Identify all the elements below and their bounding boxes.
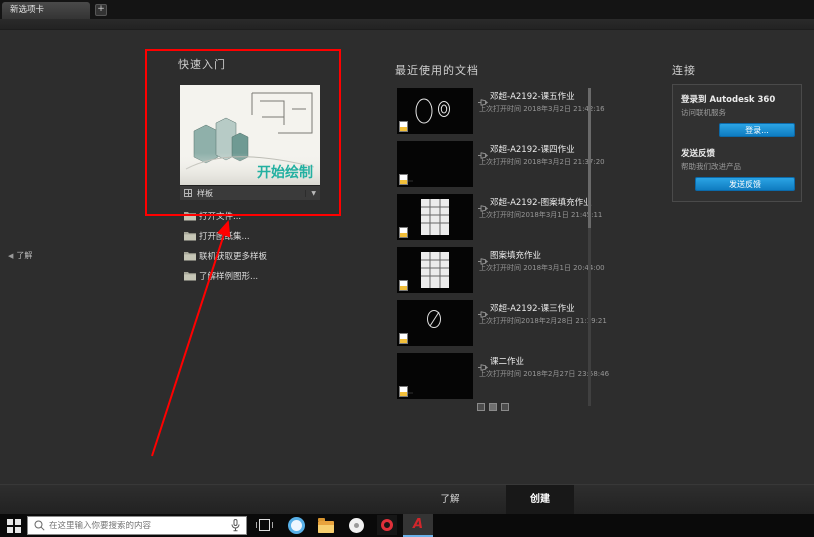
file-explorer-icon[interactable] <box>318 518 334 533</box>
online-templates-link[interactable]: 联机获取更多样板 <box>184 246 344 266</box>
open-sheet-set-link[interactable]: 打开图纸集... <box>184 226 344 246</box>
dwg-file-badge <box>399 121 408 132</box>
autocad-icon: A <box>412 517 424 532</box>
doc-title: 邓超-A2192-课四作业 <box>490 145 575 155</box>
recent-doc-item[interactable]: 邓超-A2192-图案填充作业上次打开时间2018年3月1日 21:45:11 <box>397 194 602 240</box>
doc-last-opened: 上次打开时间 2018年3月2日 21:37:20 <box>479 158 605 166</box>
recent-doc-item[interactable]: 邓超-A2192-课四作业上次打开时间 2018年3月2日 21:37:20 <box>397 141 605 187</box>
view-mode-icon[interactable] <box>477 403 485 411</box>
microphone-icon[interactable] <box>231 519 240 532</box>
connect-title: 连接 <box>672 64 696 77</box>
music-app-icon[interactable] <box>377 515 397 535</box>
open-file-icon <box>184 211 199 221</box>
chevron-down-icon[interactable]: ▼ <box>305 189 316 197</box>
browser-icon[interactable] <box>288 517 305 534</box>
doc-title: 课二作业 <box>490 357 525 367</box>
file-tab-bar: 新选项卡 + <box>0 0 814 19</box>
scrollbar-thumb[interactable] <box>588 88 591 228</box>
doc-thumbnail[interactable] <box>397 247 473 293</box>
doc-last-opened: 上次打开时间 2018年3月2日 21:42:16 <box>479 105 605 113</box>
doc-thumbnail[interactable] <box>397 88 473 134</box>
open-file-link[interactable]: 打开文件... <box>184 206 344 226</box>
page-switcher: 了解 创建 <box>0 484 814 515</box>
view-mode-icon[interactable] <box>501 403 509 411</box>
template-grid-icon <box>184 189 192 197</box>
quickstart-link-label: 打开图纸集... <box>199 232 250 242</box>
sign-in-button[interactable]: 登录... <box>719 123 795 137</box>
doc-thumbnail[interactable] <box>397 141 473 187</box>
doc-thumbnail[interactable] <box>397 300 473 346</box>
doc-thumbnail[interactable] <box>397 353 473 399</box>
recent-docs-title: 最近使用的文档 <box>395 64 479 77</box>
sample-drawings-icon <box>184 271 199 281</box>
task-view-icon[interactable] <box>256 517 273 533</box>
doc-title: 邓超-A2192-图案填充作业 <box>490 198 592 208</box>
quickstart-links: 打开文件... 打开图纸集... 联机获取更多样板 了解样例图形... <box>184 206 344 286</box>
recent-doc-item[interactable]: 邓超-A2192-课三作业 上次打开时间2018年2月28日 21:19:21 <box>397 300 607 346</box>
start-drawing-illustration: 开始绘制 <box>180 85 320 185</box>
online-templates-icon <box>184 251 199 261</box>
autocad-taskbar-button[interactable]: A <box>403 514 433 537</box>
new-tab-button[interactable]: + <box>95 4 107 16</box>
doc-title: 邓超-A2192-课三作业 <box>490 304 575 314</box>
quickstart-link-label: 了解样例图形... <box>199 272 259 282</box>
recent-doc-item[interactable]: 邓超-A2192-课五作业上次打开时间 2018年3月2日 21:42:16 <box>397 88 605 134</box>
tab-new-tab[interactable]: 新选项卡 <box>2 2 90 19</box>
dwg-file-badge <box>399 174 408 185</box>
autocad-new-tab-screen: { "window": { "tab_title": "新选项卡", "new_… <box>0 0 814 537</box>
feedback-title: 发送反馈 <box>681 149 716 159</box>
recent-list: 邓超-A2192-课五作业 上次打开时间 2018年3月2日 21:42:16 邓超… <box>397 88 609 406</box>
doc-title: 邓超-A2192-课五作业 <box>490 92 575 102</box>
tab-new-tab-label: 新选项卡 <box>10 5 45 15</box>
feedback-subtitle: 帮助我们改进产品 <box>681 162 741 171</box>
dwg-file-badge <box>399 386 408 397</box>
sample-drawings-link[interactable]: 了解样例图形... <box>184 266 344 286</box>
search-icon <box>34 520 45 531</box>
sign-in-subtitle: 访问联机服务 <box>681 108 726 117</box>
dwg-file-badge <box>399 333 408 344</box>
doc-last-opened: 上次打开时间2018年3月1日 21:45:11 <box>479 211 603 219</box>
search-input[interactable] <box>49 520 227 531</box>
toolbar-strip <box>0 19 814 30</box>
dwg-file-badge <box>399 227 408 238</box>
recent-list-scrollbar[interactable] <box>588 88 591 406</box>
view-mode-buttons <box>477 403 509 411</box>
tab-learn[interactable]: 了解 <box>428 485 472 515</box>
taskbar-search[interactable] <box>27 516 247 535</box>
start-button[interactable] <box>7 519 21 533</box>
doc-title: 图案填充作业 <box>490 251 542 261</box>
chevron-left-icon: ◀ <box>8 252 14 260</box>
tab-create[interactable]: 创建 <box>506 485 574 515</box>
open-sheet-set-icon <box>184 231 199 241</box>
quick-start-title: 快速入门 <box>178 58 226 71</box>
sign-in-title: 登录到 Autodesk 360 <box>681 95 776 105</box>
connect-panel: 登录到 Autodesk 360 访问联机服务 登录... 发送反馈 帮助我们改… <box>672 84 802 202</box>
quickstart-link-label: 打开文件... <box>199 212 242 222</box>
learn-flyout-label: 了解 <box>16 251 33 260</box>
media-app-icon[interactable] <box>349 518 364 533</box>
recent-doc-item[interactable]: 课二作业 上次打开时间 2018年2月27日 23:58:46 <box>397 353 609 399</box>
dwg-file-badge <box>399 280 408 291</box>
doc-last-opened: 上次打开时间 2018年3月1日 20:44:00 <box>479 264 605 272</box>
recent-doc-item[interactable]: 图案填充作业上次打开时间 2018年3月1日 20:44:00 <box>397 247 605 293</box>
start-drawing-label: 开始绘制 <box>257 164 313 181</box>
quickstart-link-label: 联机获取更多样板 <box>199 252 268 262</box>
template-dropdown-label: 样板 <box>197 188 213 198</box>
start-drawing-tile[interactable]: 开始绘制 <box>180 85 320 185</box>
view-mode-icon[interactable] <box>489 403 497 411</box>
template-dropdown[interactable]: 样板 ▼ <box>180 185 320 200</box>
learn-flyout-toggle[interactable]: ◀ 了解 <box>8 250 32 261</box>
send-feedback-button[interactable]: 发送反馈 <box>695 177 795 191</box>
doc-thumbnail[interactable] <box>397 194 473 240</box>
